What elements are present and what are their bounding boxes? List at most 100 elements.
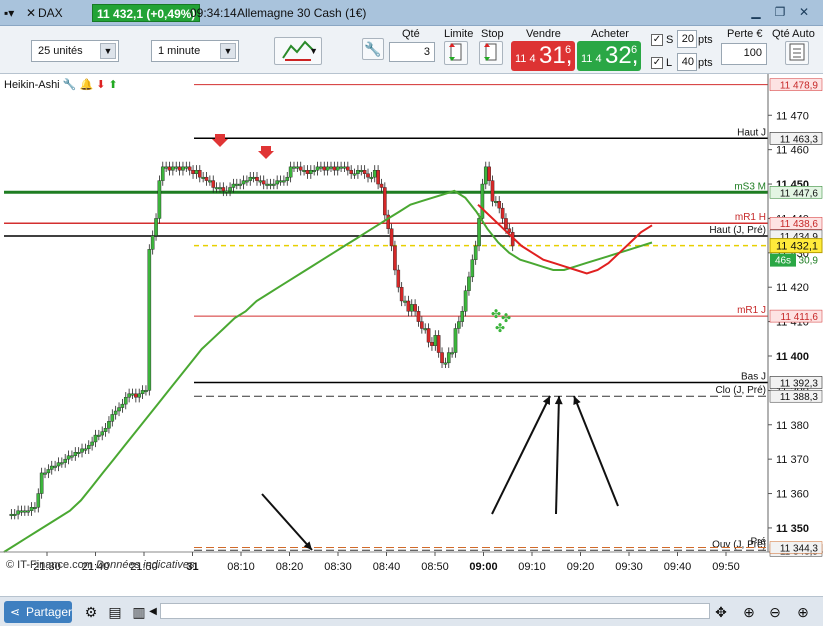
sell-signal-arrow [258, 146, 274, 159]
candle-body [430, 342, 434, 346]
countdown-value: 46s [775, 256, 791, 267]
candle-body [231, 183, 236, 188]
candle-body [174, 166, 179, 169]
chevron-down-icon: ▼ [220, 43, 236, 59]
perte-field[interactable]: 100 [721, 43, 767, 65]
time-tick-label: 08:40 [373, 561, 401, 573]
candle-body [436, 335, 441, 353]
candle-body [420, 321, 424, 329]
candle-body [322, 166, 327, 171]
qte-auto-label: Qté Auto [772, 28, 815, 40]
units-select[interactable]: 25 unités ▼ [31, 40, 119, 62]
menu-icon[interactable]: ▪▾ [4, 6, 14, 20]
candle-body [255, 176, 259, 181]
clover-marker: ✤ [495, 321, 505, 335]
stop-distance-field[interactable]: 20 [677, 30, 697, 48]
close-chart-icon[interactable]: ✕ [26, 6, 36, 20]
zoom-in-icon[interactable]: ⊕ [794, 602, 812, 622]
annotation-arrowhead [554, 396, 563, 405]
restore-icon[interactable]: ❐ [772, 5, 788, 19]
buy-price-prefix: 11 4 [581, 53, 602, 65]
candle-body [66, 455, 71, 460]
sell-arrow-icon[interactable]: ⬇ [96, 79, 105, 91]
chart-tools-button[interactable]: ▼ [274, 37, 322, 65]
candle-body [467, 276, 471, 291]
level-price-value: 11 392,3 [780, 378, 819, 389]
candle-body [356, 170, 360, 174]
close-window-icon[interactable]: ✕ [796, 5, 812, 19]
stop-label: Stop [481, 28, 504, 40]
candle-body [245, 180, 249, 183]
level-price-value: 11 463,3 [780, 134, 819, 145]
auto-qty-icon [789, 43, 805, 61]
candle-body [191, 170, 195, 174]
candle-body [450, 352, 454, 355]
price-chart[interactable]: Haut J mS3 M mR1 H Haut (J, Pré) mR1 J Bas J C… [0, 74, 823, 596]
candle-body [507, 228, 512, 233]
buy-arrow-icon[interactable]: ⬆ [109, 79, 118, 91]
limit-label: Limite [444, 28, 474, 40]
stop-order-button[interactable] [479, 41, 503, 65]
wrench-icon[interactable]: 🔧 [63, 79, 77, 91]
toggle-icon[interactable]: ⚙ [82, 602, 100, 622]
zoom-fit-icon[interactable]: ⊕ [740, 602, 758, 622]
candle-body [406, 300, 411, 312]
limit-order-button[interactable] [444, 41, 468, 65]
candle-body [177, 166, 182, 171]
candle-body [140, 390, 145, 395]
candle-body [204, 176, 209, 181]
sell-price-prefix: 11 4 [515, 53, 536, 65]
candle-body [372, 170, 377, 178]
buy-button[interactable]: 11 4 32, 6 [577, 41, 641, 71]
horizontal-scrollbar[interactable] [160, 603, 710, 619]
price-tick-label: 11 370 [776, 454, 809, 466]
price-change-badge: 11 432,1 (+0,49%) [92, 4, 201, 22]
bell-icon[interactable]: 🔔 [79, 79, 93, 91]
share-button[interactable]: ⋖ Partager [4, 601, 72, 623]
candle-body [315, 166, 320, 171]
candle-body [426, 328, 431, 343]
bottom-bar: ⋖ Partager ⚙ ▤ ▥ ◀ ✥ ⊕ ⊖ ⊕ [0, 596, 823, 626]
candle-body [305, 170, 310, 174]
candle-body [285, 176, 290, 181]
indicator-header[interactable]: Heikin-Ashi 🔧 🔔 ⬇ ⬆ [4, 78, 122, 94]
minimize-icon[interactable]: ▁ [748, 5, 764, 19]
candle-body [457, 321, 461, 329]
sell-button[interactable]: 11 4 31, 6 [511, 41, 575, 71]
level-price-value: 11 344,3 [780, 544, 819, 555]
market-name: Allemagne 30 Cash (1€) [237, 6, 367, 20]
interval-select[interactable]: 1 minute ▼ [151, 40, 239, 62]
zoom-out-icon[interactable]: ⊖ [766, 602, 784, 622]
wrench-button[interactable]: 🔧 [362, 38, 384, 60]
candle-body [403, 300, 407, 303]
candle-body [268, 183, 273, 186]
candle-body [362, 170, 367, 174]
candle-body [144, 390, 148, 393]
layout-icon[interactable]: ▤ [106, 602, 124, 622]
candle-body [241, 180, 246, 185]
pan-icon[interactable]: ✥ [712, 602, 730, 622]
sell-price-fraction: 6 [565, 44, 572, 56]
time-tick-label: 08:10 [227, 561, 255, 573]
candle-body [150, 235, 155, 250]
candle-body [76, 452, 81, 454]
qte-auto-button[interactable] [785, 41, 809, 65]
level-label: mS3 M [734, 181, 766, 192]
candle-body [221, 187, 226, 192]
candle-body [416, 311, 421, 322]
candle-body [383, 187, 387, 216]
limit-checkbox[interactable]: ✓ [651, 57, 663, 69]
candle-body [278, 180, 283, 183]
title-bar: ▪▾ ✕ DAX 11 432,1 (+0,49%) 09:34:14 Alle… [0, 0, 823, 26]
candle-body [339, 166, 343, 169]
qty-field[interactable]: 3 [389, 42, 435, 62]
candle-body [39, 472, 44, 494]
stop-checkbox[interactable]: ✓ [651, 34, 663, 46]
candle-body [349, 170, 353, 174]
limit-distance-field[interactable]: 40 [677, 53, 697, 71]
level-label: mR1 H [735, 212, 766, 223]
buy-price-fraction: 6 [631, 44, 638, 56]
current-price-value: 11 432,1 [776, 241, 818, 253]
interval-select-value: 1 minute [158, 45, 201, 57]
candle-body [346, 166, 350, 171]
